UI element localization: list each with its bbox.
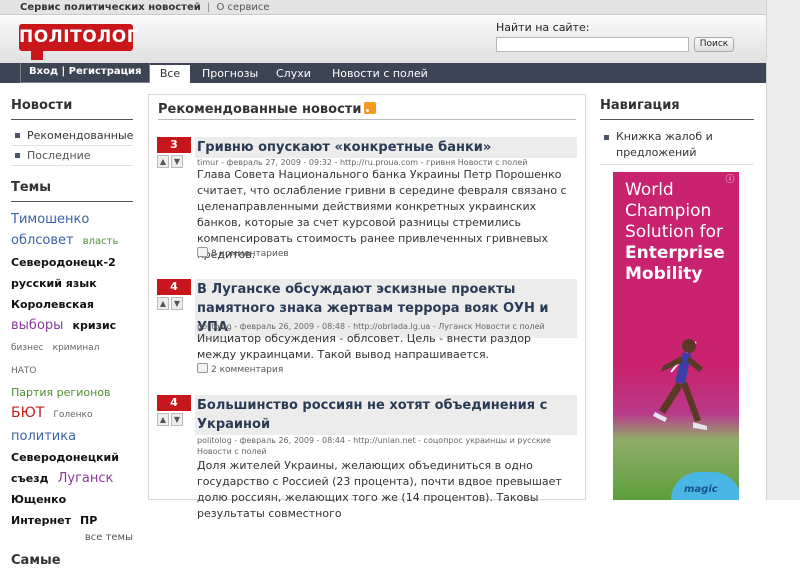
navigation-heading: Навигация <box>600 98 754 120</box>
popular-heading: Самые <box>11 553 61 568</box>
vote-widget: 4 ▲ ▼ <box>157 279 191 310</box>
news-text: Доля жителей Украины, желающих объединит… <box>197 459 562 520</box>
sidebar-item-label: Рекомендованные <box>27 129 134 142</box>
comments-count: 2 комментария <box>211 365 284 375</box>
vote-up-icon[interactable]: ▲ <box>157 297 169 310</box>
all-tags-link[interactable]: все темы <box>11 532 133 543</box>
news-list: Рекомендованные Последние <box>11 126 133 166</box>
ad-line: Solution for <box>625 222 724 242</box>
site-name: Сервис политических новостей <box>20 2 201 13</box>
search-button[interactable]: Поиск <box>694 37 734 52</box>
logo-text: ПОЛІТОЛОГ <box>19 27 139 47</box>
news-item: 4 ▲ ▼ Большинство россиян не хотят объеди… <box>157 395 577 520</box>
tab-all[interactable]: Все <box>150 65 190 83</box>
vote-count: 4 <box>157 279 191 295</box>
bullet-icon <box>15 133 20 138</box>
tag-link[interactable]: БЮТ <box>11 405 44 421</box>
comments-link[interactable]: 8 комментариев <box>197 247 289 259</box>
tab-rumors[interactable]: Слухи <box>276 63 311 83</box>
login-register-link[interactable]: Вход | Регистрация <box>20 63 151 83</box>
tab-forecasts[interactable]: Прогнозы <box>202 63 258 83</box>
bullet-icon <box>15 153 20 158</box>
tag-link[interactable]: Голенко <box>53 410 92 420</box>
tag-link[interactable]: кризис <box>73 319 117 332</box>
tag-link[interactable]: ПР <box>80 514 97 527</box>
tag-link[interactable]: политика <box>11 429 76 444</box>
vote-down-icon[interactable]: ▼ <box>171 413 183 426</box>
tag-link[interactable]: Королевская <box>11 298 94 311</box>
news-meta: politolog - февраль 26, 2009 - 08:44 - h… <box>197 436 551 445</box>
ad-line: World <box>625 180 674 200</box>
recommended-title: Рекомендованные новости <box>158 102 362 117</box>
news-panel: Рекомендованные новости 3 ▲ ▼ Гривню опус… <box>148 94 586 520</box>
tag-link[interactable]: съезд <box>11 472 49 485</box>
tag-link[interactable]: Луганск <box>58 471 114 486</box>
recommended-heading: Рекомендованные новости <box>158 102 576 120</box>
news-text: Инициатор обсуждения - облсовет. Цель - … <box>197 332 532 361</box>
tag-link[interactable]: НАТО <box>11 366 37 376</box>
topics-heading: Темы <box>11 180 133 202</box>
sidebar-item-label: Последние <box>27 149 91 162</box>
window-edge <box>766 0 800 500</box>
left-sidebar: Новости Рекомендованные Последние Темы Т… <box>11 98 133 574</box>
ad-line: Mobility <box>625 264 703 284</box>
search-label: Найти на сайте: <box>496 21 590 34</box>
tag-link[interactable]: Партия регионов <box>11 386 110 399</box>
nav-bar: Вход | Регистрация Все Прогнозы Слухи Но… <box>0 63 766 83</box>
sidebar-item-latest[interactable]: Последние <box>11 146 133 166</box>
tag-link[interactable]: Интернет <box>11 514 71 527</box>
tag-link[interactable]: облсовет <box>11 233 74 248</box>
comment-icon <box>197 363 208 373</box>
ad-headline: World Champion Solution for Enterprise M… <box>625 180 735 285</box>
news-item: 3 ▲ ▼ Гривню опускают «конкретные банки» … <box>157 137 577 267</box>
tag-link[interactable]: Северодонецкий <box>11 451 119 464</box>
rss-icon[interactable] <box>364 102 377 114</box>
vote-up-icon[interactable]: ▲ <box>157 413 169 426</box>
tag-cloud: Тимошенко облсовет власть Северодонецк-2… <box>11 208 133 530</box>
ad-brand-logo: magic <box>684 484 718 495</box>
tag-link[interactable]: бизнес <box>11 343 44 353</box>
top-separator: | <box>206 2 211 13</box>
ad-line: Enterprise <box>625 243 725 263</box>
comments-count: 8 комментариев <box>211 249 289 259</box>
tag-link[interactable]: власть <box>83 236 119 247</box>
sidebar-item-label: Книжка жалоб и предложений <box>616 130 713 159</box>
search-input[interactable] <box>496 37 689 52</box>
news-item: 4 ▲ ▼ В Луганске обсуждают эскизные проек… <box>157 279 577 379</box>
sidebar-item-recommended[interactable]: Рекомендованные <box>11 126 133 146</box>
sidebar-item-complaints[interactable]: Книжка жалоб и предложений <box>600 128 754 165</box>
news-title[interactable]: Гривню опускают «конкретные банки» <box>195 137 577 158</box>
logo-tab <box>31 51 43 60</box>
runner-image <box>653 339 707 430</box>
ad-line: Champion <box>625 201 712 221</box>
navigation-list: Книжка жалоб и предложений <box>600 128 754 165</box>
vote-up-icon[interactable]: ▲ <box>157 155 169 168</box>
about-link[interactable]: О сервисе <box>216 2 269 13</box>
vote-count: 4 <box>157 395 191 411</box>
news-title[interactable]: Большинство россиян не хотят объединения… <box>195 395 577 435</box>
bullet-icon <box>604 135 609 140</box>
tag-link[interactable]: Тимошенко <box>11 212 89 227</box>
advertisement-banner[interactable]: ⓘ World Champion Solution for Enterprise… <box>613 172 739 500</box>
vote-widget: 3 ▲ ▼ <box>157 137 191 168</box>
news-heading: Новости <box>11 98 133 120</box>
vote-widget: 4 ▲ ▼ <box>157 395 191 426</box>
top-strip: Сервис политических новостей | О сервисе <box>0 0 766 15</box>
site-logo[interactable]: ПОЛІТОЛОГ <box>19 24 139 60</box>
tag-link[interactable]: Северодонецк-2 <box>11 256 116 269</box>
vote-down-icon[interactable]: ▼ <box>171 297 183 310</box>
right-sidebar: Навигация Книжка жалоб и предложений <box>600 98 754 165</box>
tab-field-news[interactable]: Новости с полей <box>332 63 428 83</box>
header: ПОЛІТОЛОГ Найти на сайте: Поиск <box>0 16 766 63</box>
comment-icon <box>197 247 208 257</box>
tag-link[interactable]: русский язык <box>11 277 97 290</box>
news-meta-category: Новости с полей <box>197 447 267 456</box>
tag-link[interactable]: криминал <box>53 343 100 353</box>
vote-down-icon[interactable]: ▼ <box>171 155 183 168</box>
vote-count: 3 <box>157 137 191 153</box>
comments-link[interactable]: 2 комментария <box>197 363 283 375</box>
tag-link[interactable]: выборы <box>11 318 63 333</box>
